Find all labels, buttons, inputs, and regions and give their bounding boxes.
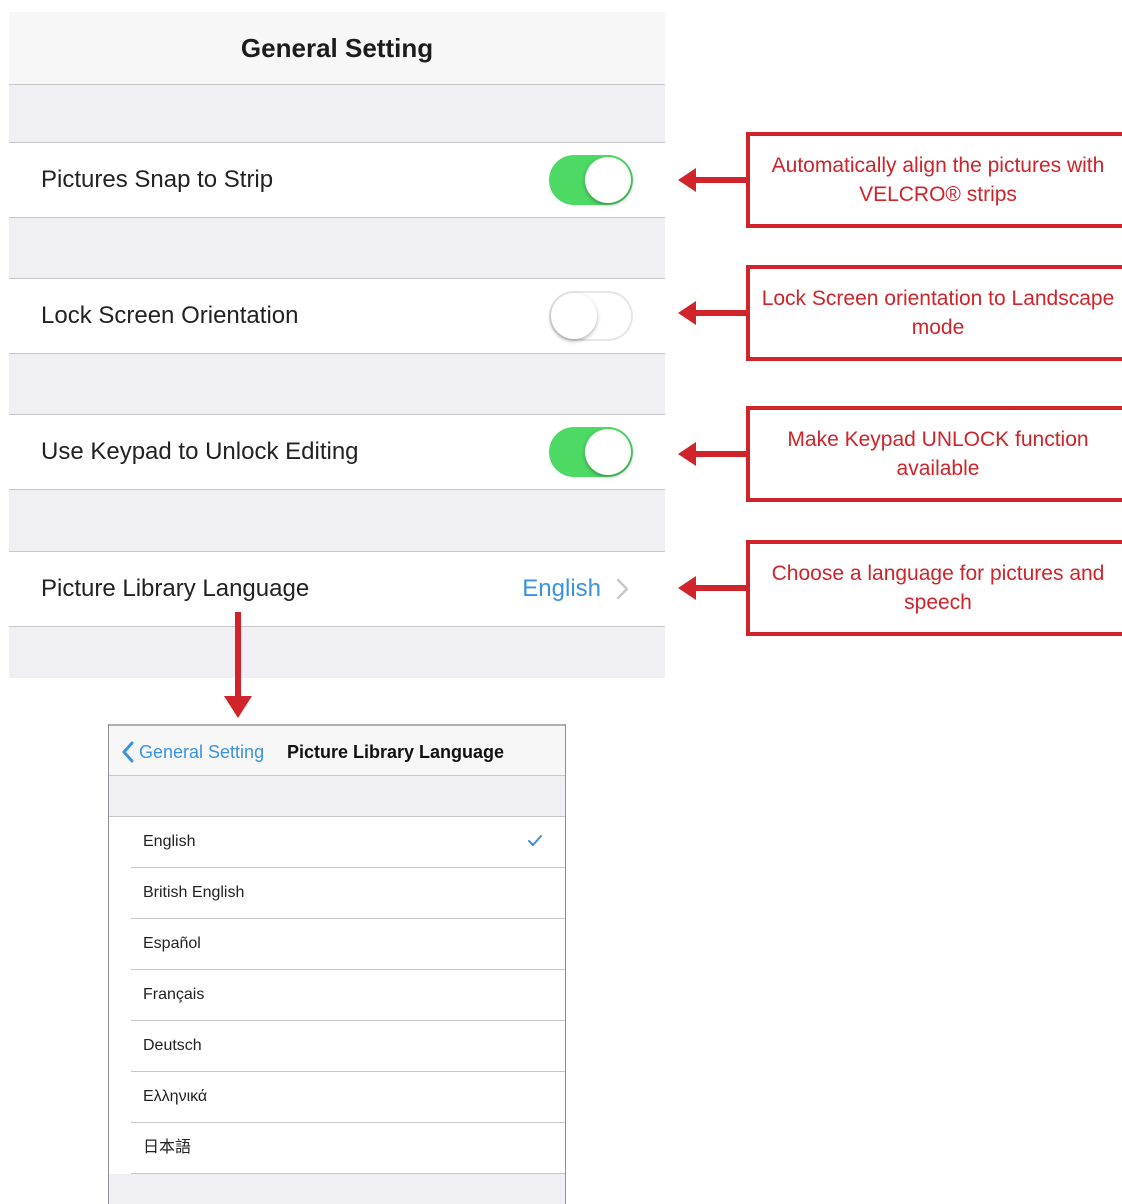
arrow-left-icon: [678, 301, 748, 325]
lock-orientation-toggle[interactable]: [549, 291, 633, 341]
language-screen-title: Picture Library Language: [287, 742, 505, 762]
chevron-left-icon: [122, 741, 134, 763]
language-option-deutsch[interactable]: Deutsch: [131, 1021, 565, 1072]
language-label: English: [143, 833, 196, 850]
arrow-down-icon: [224, 612, 252, 718]
setting-row-library-language[interactable]: Picture Library Language English: [9, 551, 665, 627]
setting-label: Pictures Snap to Strip: [41, 166, 274, 193]
arrow-left-icon: [678, 168, 748, 192]
callout-keypad-unlock: Make Keypad UNLOCK function available: [746, 406, 1122, 502]
chevron-right-icon: [616, 578, 629, 600]
checkmark-icon: [528, 835, 542, 846]
navigation-bar: General Setting: [9, 12, 665, 85]
language-value: English: [522, 575, 601, 602]
language-list: English British English Español Français…: [109, 816, 565, 1174]
language-navigation-bar: General Setting Picture Library Language: [109, 724, 565, 776]
callout-lock-orientation: Lock Screen orientation to Landscape mod…: [746, 265, 1122, 361]
callout-library-language: Choose a language for pictures and speec…: [746, 540, 1122, 636]
setting-row-keypad-unlock: Use Keypad to Unlock Editing: [9, 414, 665, 490]
language-option-francais[interactable]: Français: [131, 970, 565, 1021]
language-label: Deutsch: [143, 1037, 202, 1054]
arrow-left-icon: [678, 576, 748, 600]
arrow-left-icon: [678, 442, 748, 466]
setting-label: Use Keypad to Unlock Editing: [41, 438, 359, 465]
snap-to-strip-toggle[interactable]: [549, 155, 633, 205]
toggle-knob: [585, 429, 631, 475]
general-setting-panel: General Setting Pictures Snap to Strip L…: [9, 12, 665, 678]
back-label: General Setting: [139, 742, 265, 762]
language-option-english[interactable]: English: [131, 817, 565, 868]
language-option-british-english[interactable]: British English: [131, 868, 565, 919]
setting-label: Picture Library Language: [41, 575, 310, 602]
language-option-espanol[interactable]: Español: [131, 919, 565, 970]
language-label: 日本語: [143, 1139, 192, 1156]
language-option-greek[interactable]: Ελληνικά: [131, 1072, 565, 1123]
keypad-unlock-toggle[interactable]: [549, 427, 633, 477]
setting-row-lock-orientation: Lock Screen Orientation: [9, 278, 665, 354]
toggle-knob: [551, 293, 597, 339]
page-title: General Setting: [240, 32, 434, 63]
language-label: Español: [143, 935, 201, 952]
language-label: Français: [143, 986, 205, 1003]
language-option-japanese[interactable]: 日本語: [131, 1123, 565, 1174]
language-screen: General Setting Picture Library Language…: [108, 724, 566, 1204]
callout-snap-to-strip: Automatically align the pictures with VE…: [746, 132, 1122, 228]
toggle-knob: [585, 157, 631, 203]
back-button[interactable]: General Setting: [121, 726, 264, 778]
setting-label: Lock Screen Orientation: [41, 302, 299, 329]
language-label: British English: [143, 884, 245, 901]
setting-row-snap-to-strip: Pictures Snap to Strip: [9, 142, 665, 218]
language-label: Ελληνικά: [143, 1088, 208, 1105]
